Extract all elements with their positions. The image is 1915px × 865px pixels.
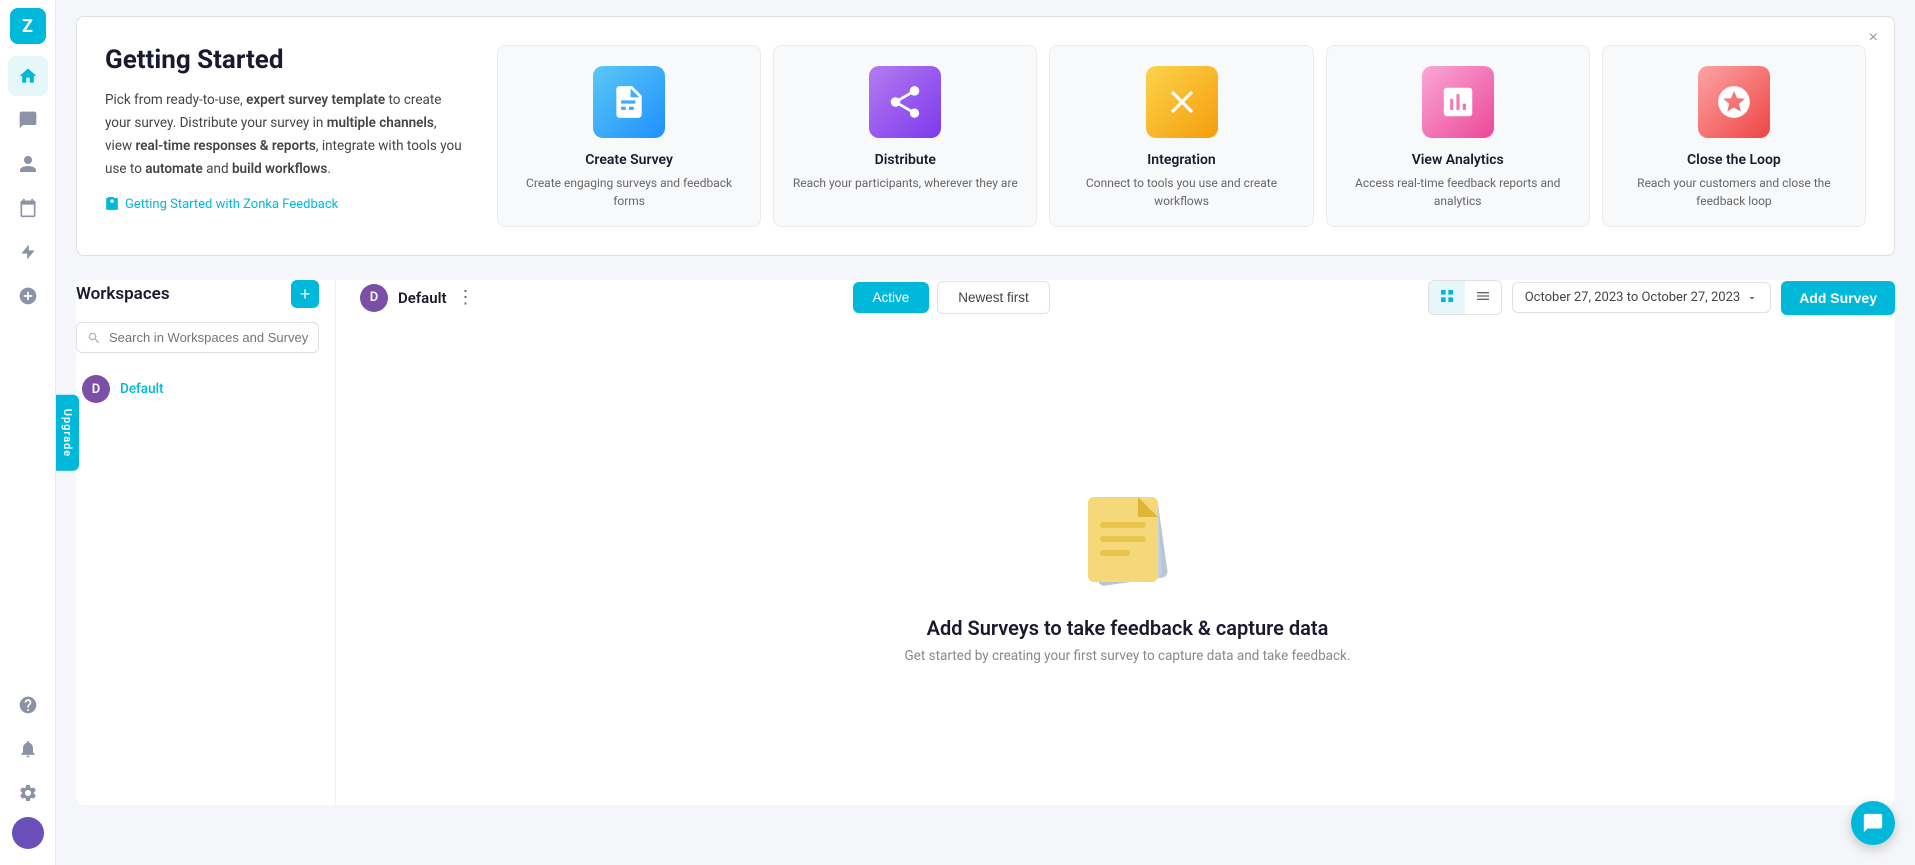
user-avatar[interactable] bbox=[12, 817, 44, 849]
sidebar-item-help[interactable] bbox=[8, 685, 48, 725]
upgrade-strip[interactable]: Upgrade bbox=[56, 394, 79, 470]
workspace-menu-button[interactable]: ⋮ bbox=[457, 287, 475, 308]
workspaces-layout: Workspaces + D Default bbox=[76, 280, 1895, 805]
contacts-icon bbox=[18, 154, 38, 174]
workspace-default-item[interactable]: D Default bbox=[76, 367, 319, 411]
close-button[interactable]: × bbox=[1869, 29, 1878, 47]
add-circle-icon bbox=[18, 286, 38, 306]
getting-started-panel: × Getting Started Pick from ready-to-use… bbox=[76, 16, 1895, 256]
workspaces-header: Workspaces + bbox=[76, 280, 319, 308]
list-icon bbox=[1475, 288, 1491, 304]
book-icon bbox=[105, 197, 119, 211]
date-filter[interactable]: October 27, 2023 to October 27, 2023 bbox=[1512, 282, 1771, 313]
close-loop-title: Close the Loop bbox=[1687, 152, 1781, 168]
sidebar-item-settings[interactable] bbox=[8, 773, 48, 813]
sidebar-item-workflows[interactable] bbox=[8, 232, 48, 272]
workspaces-right-panel: D Default ⋮ Active Newest first bbox=[336, 280, 1895, 805]
create-survey-desc: Create engaging surveys and feedback for… bbox=[512, 174, 746, 210]
sidebar-item-notifications[interactable] bbox=[8, 729, 48, 769]
filter-active-tab[interactable]: Active bbox=[853, 282, 930, 313]
getting-started-description: Pick from ready-to-use, expert survey te… bbox=[105, 89, 465, 181]
close-loop-icon-box bbox=[1698, 66, 1770, 138]
close-loop-desc: Reach your customers and close the feedb… bbox=[1617, 174, 1851, 210]
list-view-button[interactable] bbox=[1465, 281, 1501, 314]
grid-icon bbox=[1439, 288, 1455, 304]
sidebar-logo[interactable]: Z bbox=[10, 8, 46, 44]
feature-cards: Create Survey Create engaging surveys an… bbox=[497, 45, 1866, 227]
filter-newest-tab[interactable]: Newest first bbox=[937, 281, 1050, 314]
workspace-filters: Active Newest first bbox=[853, 281, 1050, 314]
feature-card-create-survey[interactable]: Create Survey Create engaging surveys an… bbox=[497, 45, 761, 227]
search-icon bbox=[87, 331, 101, 345]
workspace-badge: D bbox=[82, 375, 110, 403]
chevron-down-icon bbox=[1746, 292, 1758, 304]
workflows-icon bbox=[18, 242, 38, 262]
workspace-name: Default bbox=[398, 289, 447, 307]
sidebar-item-add[interactable] bbox=[8, 276, 48, 316]
empty-state: Add Surveys to take feedback & capture d… bbox=[360, 331, 1895, 805]
integration-title: Integration bbox=[1147, 152, 1215, 168]
integration-desc: Connect to tools you use and create work… bbox=[1064, 174, 1298, 210]
feedback-icon bbox=[18, 110, 38, 130]
workspace-controls-right: October 27, 2023 to October 27, 2023 Add… bbox=[1428, 280, 1895, 315]
feature-card-close-loop[interactable]: Close the Loop Reach your customers and … bbox=[1602, 45, 1866, 227]
distribute-icon bbox=[886, 83, 924, 121]
sidebar-bottom bbox=[8, 685, 48, 857]
feature-card-distribute[interactable]: Distribute Reach your participants, wher… bbox=[773, 45, 1037, 227]
bell-icon bbox=[18, 739, 38, 759]
feature-card-analytics[interactable]: View Analytics Access real-time feedback… bbox=[1326, 45, 1590, 227]
add-survey-button[interactable]: Add Survey bbox=[1781, 281, 1895, 315]
main-content: × Getting Started Pick from ready-to-use… bbox=[56, 0, 1915, 865]
sidebar-item-feedback[interactable] bbox=[8, 100, 48, 140]
workspaces-top-bar: D Default ⋮ Active Newest first bbox=[360, 280, 1895, 315]
getting-started-title: Getting Started bbox=[105, 45, 465, 75]
workspaces-left-panel: Workspaces + D Default bbox=[76, 280, 336, 805]
settings-icon bbox=[18, 783, 38, 803]
distribute-title: Distribute bbox=[875, 152, 936, 168]
sidebar-item-home[interactable] bbox=[8, 56, 48, 96]
workspaces-section: Workspaces + D Default bbox=[76, 280, 1895, 805]
create-survey-icon-box bbox=[593, 66, 665, 138]
workspace-default-label: Default bbox=[120, 381, 164, 397]
grid-view-button[interactable] bbox=[1429, 281, 1465, 314]
analytics-icon bbox=[1439, 83, 1477, 121]
workspaces-title: Workspaces bbox=[76, 284, 170, 304]
home-icon bbox=[18, 66, 38, 86]
distribute-icon-box bbox=[869, 66, 941, 138]
integration-icon-box bbox=[1146, 66, 1218, 138]
sidebar: Z bbox=[0, 0, 56, 865]
date-range-text: October 27, 2023 to October 27, 2023 bbox=[1525, 290, 1740, 305]
integration-icon bbox=[1163, 83, 1201, 121]
view-toggle bbox=[1428, 280, 1502, 315]
create-survey-icon bbox=[610, 83, 648, 121]
close-loop-icon bbox=[1715, 83, 1753, 121]
chat-icon bbox=[1862, 812, 1884, 834]
calendar-icon bbox=[18, 198, 38, 218]
add-workspace-button[interactable]: + bbox=[291, 280, 319, 308]
analytics-icon-box bbox=[1422, 66, 1494, 138]
sidebar-nav bbox=[8, 56, 48, 685]
getting-started-link[interactable]: Getting Started with Zonka Feedback bbox=[105, 197, 465, 212]
analytics-title: View Analytics bbox=[1412, 152, 1504, 168]
create-survey-title: Create Survey bbox=[585, 152, 673, 168]
search-input[interactable] bbox=[109, 330, 308, 345]
sidebar-item-calendar[interactable] bbox=[8, 188, 48, 228]
analytics-desc: Access real-time feedback reports and an… bbox=[1341, 174, 1575, 210]
empty-state-illustration bbox=[1068, 472, 1188, 592]
empty-state-desc: Get started by creating your first surve… bbox=[905, 648, 1351, 664]
empty-state-title: Add Surveys to take feedback & capture d… bbox=[927, 616, 1329, 640]
workspace-search-box bbox=[76, 322, 319, 353]
getting-started-left: Getting Started Pick from ready-to-use, … bbox=[105, 45, 465, 212]
sidebar-item-contacts[interactable] bbox=[8, 144, 48, 184]
feature-card-integration[interactable]: Integration Connect to tools you use and… bbox=[1049, 45, 1313, 227]
chat-support-button[interactable] bbox=[1851, 801, 1895, 845]
distribute-desc: Reach your participants, wherever they a… bbox=[793, 174, 1018, 192]
help-icon bbox=[18, 695, 38, 715]
workspace-header-badge: D bbox=[360, 284, 388, 312]
workspace-name-header: D Default ⋮ bbox=[360, 284, 475, 312]
